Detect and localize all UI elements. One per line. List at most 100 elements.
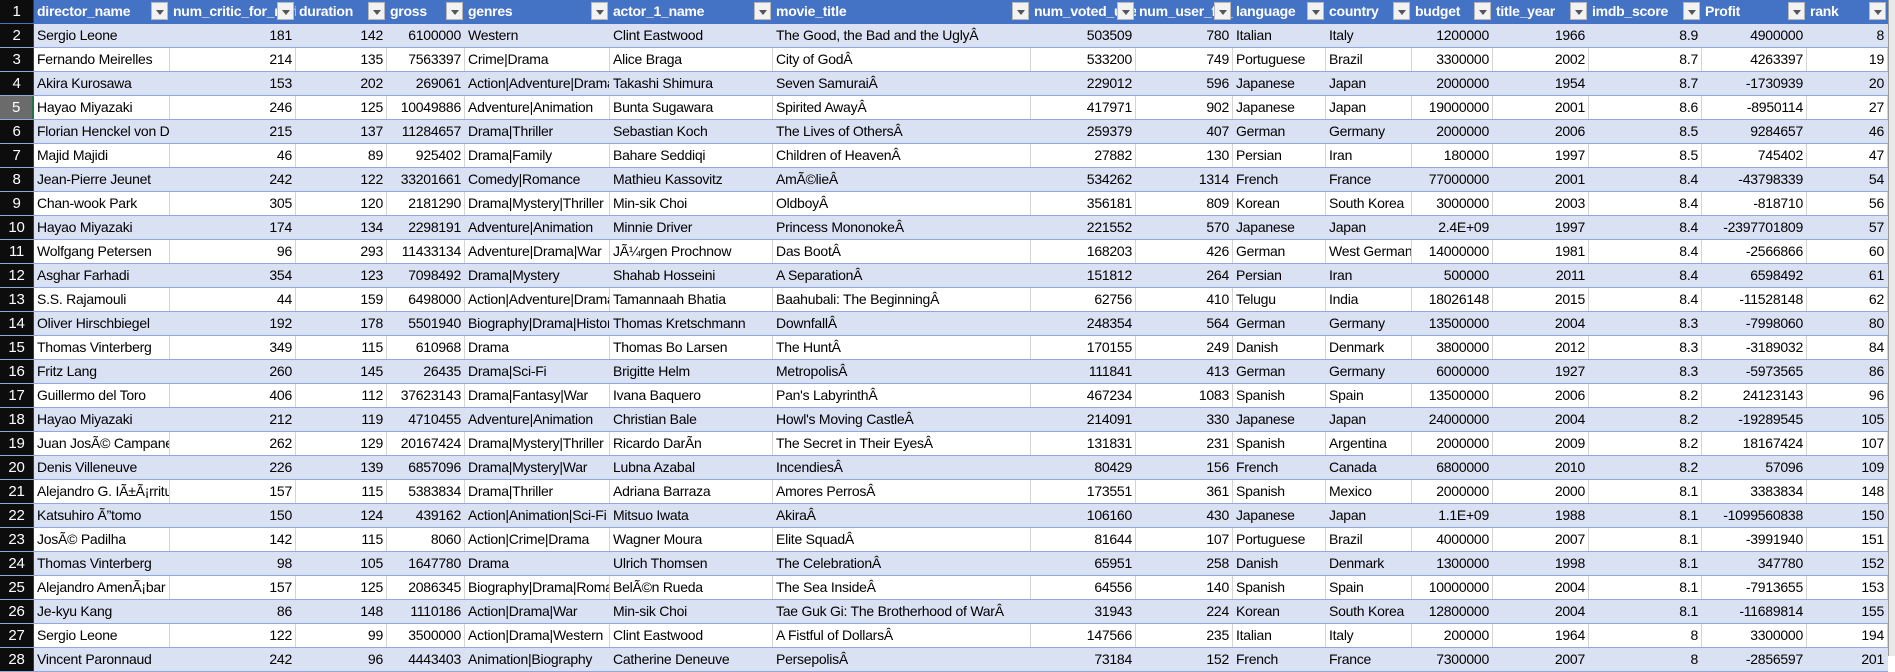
row-header[interactable]: 6 (0, 120, 34, 143)
cell-director-name[interactable]: Juan JosÃ© Campanella (34, 432, 170, 455)
cell-rank[interactable]: 86 (1807, 360, 1888, 383)
cell-language[interactable]: Korean (1233, 192, 1326, 215)
cell-profit[interactable]: -1099560838 (1702, 504, 1807, 527)
cell-num-critic-for-reviews[interactable]: 44 (170, 288, 296, 311)
cell-rank[interactable]: 152 (1807, 552, 1888, 575)
cell-language[interactable]: Spanish (1233, 576, 1326, 599)
cell-num-critic-for-reviews[interactable]: 215 (170, 120, 296, 143)
cell-movie-title[interactable]: AkiraÂ (773, 504, 1031, 527)
cell-gross[interactable]: 26435 (387, 360, 465, 383)
cell-num-user-for-reviews[interactable]: 235 (1136, 624, 1233, 647)
cell-imdb-score[interactable]: 8.9 (1589, 24, 1702, 47)
column-header-num-voted-users[interactable]: num_voted_users (1031, 0, 1136, 23)
cell-num-critic-for-reviews[interactable]: 153 (170, 72, 296, 95)
cell-rank[interactable]: 46 (1807, 120, 1888, 143)
cell-gross[interactable]: 8060 (387, 528, 465, 551)
cell-imdb-score[interactable]: 8.2 (1589, 408, 1702, 431)
cell-language[interactable]: French (1233, 168, 1326, 191)
cell-movie-title[interactable]: AmÃ©lieÂ (773, 168, 1031, 191)
cell-title-year[interactable]: 2002 (1493, 48, 1589, 71)
cell-genres[interactable]: Drama|Mystery|Thriller (465, 432, 610, 455)
cell-genres[interactable]: Action|Drama|War (465, 600, 610, 623)
cell-profit[interactable]: 24123143 (1702, 384, 1807, 407)
cell-num-user-for-reviews[interactable]: 430 (1136, 504, 1233, 527)
cell-director-name[interactable]: Oliver Hirschbiegel (34, 312, 170, 335)
cell-gross[interactable]: 10049886 (387, 96, 465, 119)
cell-num-user-for-reviews[interactable]: 130 (1136, 144, 1233, 167)
cell-language[interactable]: Portuguese (1233, 48, 1326, 71)
cell-duration[interactable]: 96 (296, 648, 387, 671)
cell-imdb-score[interactable]: 8 (1589, 624, 1702, 647)
cell-director-name[interactable]: Alejandro G. IÃ±Ã¡rritu (34, 480, 170, 503)
cell-budget[interactable]: 77000000 (1412, 168, 1493, 191)
cell-profit[interactable]: -7913655 (1702, 576, 1807, 599)
cell-imdb-score[interactable]: 8.2 (1589, 456, 1702, 479)
cell-num-user-for-reviews[interactable]: 224 (1136, 600, 1233, 623)
cell-movie-title[interactable]: The Secret in Their EyesÂ (773, 432, 1031, 455)
cell-profit[interactable]: 3300000 (1702, 624, 1807, 647)
cell-movie-title[interactable]: City of GodÂ (773, 48, 1031, 71)
cell-num-voted-users[interactable]: 417971 (1031, 96, 1136, 119)
cell-budget[interactable]: 180000 (1412, 144, 1493, 167)
column-header-movie-title[interactable]: movie_title (773, 0, 1031, 23)
cell-director-name[interactable]: Fernando Meirelles (34, 48, 170, 71)
cell-duration[interactable]: 142 (296, 24, 387, 47)
row-header[interactable]: 14 (0, 312, 34, 335)
cell-country[interactable]: Japan (1326, 96, 1412, 119)
cell-profit[interactable]: 18167424 (1702, 432, 1807, 455)
cell-language[interactable]: Japanese (1233, 72, 1326, 95)
cell-genres[interactable]: Adventure|Animation (465, 408, 610, 431)
cell-title-year[interactable]: 1927 (1493, 360, 1589, 383)
cell-gross[interactable]: 4443403 (387, 648, 465, 671)
cell-profit[interactable]: -3991940 (1702, 528, 1807, 551)
cell-language[interactable]: Danish (1233, 552, 1326, 575)
cell-budget[interactable]: 13500000 (1412, 384, 1493, 407)
cell-profit[interactable]: 3383834 (1702, 480, 1807, 503)
row-header[interactable]: 24 (0, 552, 34, 575)
cell-actor-1-name[interactable]: Ivana Baquero (610, 384, 773, 407)
cell-rank[interactable]: 20 (1807, 72, 1888, 95)
cell-actor-1-name[interactable]: Ricardo DarÃ­n (610, 432, 773, 455)
cell-actor-1-name[interactable]: Clint Eastwood (610, 624, 773, 647)
cell-actor-1-name[interactable]: Catherine Deneuve (610, 648, 773, 671)
cell-movie-title[interactable]: Seven SamuraiÂ (773, 72, 1031, 95)
cell-title-year[interactable]: 2004 (1493, 600, 1589, 623)
cell-num-voted-users[interactable]: 81644 (1031, 528, 1136, 551)
cell-language[interactable]: Italian (1233, 624, 1326, 647)
cell-rank[interactable]: 61 (1807, 264, 1888, 287)
column-header-title-year[interactable]: title_year (1493, 0, 1589, 23)
cell-num-user-for-reviews[interactable]: 809 (1136, 192, 1233, 215)
cell-duration[interactable]: 125 (296, 96, 387, 119)
cell-budget[interactable]: 7300000 (1412, 648, 1493, 671)
cell-language[interactable]: German (1233, 360, 1326, 383)
cell-country[interactable]: Italy (1326, 24, 1412, 47)
cell-imdb-score[interactable]: 8.2 (1589, 432, 1702, 455)
cell-director-name[interactable]: Chan-wook Park (34, 192, 170, 215)
cell-language[interactable]: Korean (1233, 600, 1326, 623)
cell-title-year[interactable]: 2011 (1493, 264, 1589, 287)
cell-movie-title[interactable]: The CelebrationÂ (773, 552, 1031, 575)
cell-country[interactable]: Japan (1326, 408, 1412, 431)
cell-num-voted-users[interactable]: 131831 (1031, 432, 1136, 455)
cell-num-critic-for-reviews[interactable]: 349 (170, 336, 296, 359)
cell-num-user-for-reviews[interactable]: 140 (1136, 576, 1233, 599)
cell-imdb-score[interactable]: 8.5 (1589, 120, 1702, 143)
cell-num-voted-users[interactable]: 214091 (1031, 408, 1136, 431)
cell-genres[interactable]: Comedy|Romance (465, 168, 610, 191)
filter-dropdown-icon[interactable] (1117, 2, 1134, 20)
cell-num-critic-for-reviews[interactable]: 260 (170, 360, 296, 383)
cell-director-name[interactable]: Hayao Miyazaki (34, 408, 170, 431)
cell-country[interactable]: Italy (1326, 624, 1412, 647)
cell-genres[interactable]: Animation|Biography (465, 648, 610, 671)
cell-num-user-for-reviews[interactable]: 570 (1136, 216, 1233, 239)
cell-actor-1-name[interactable]: Bunta Sugawara (610, 96, 773, 119)
cell-num-voted-users[interactable]: 147566 (1031, 624, 1136, 647)
cell-gross[interactable]: 1647780 (387, 552, 465, 575)
cell-profit[interactable]: 4263397 (1702, 48, 1807, 71)
cell-rank[interactable]: 109 (1807, 456, 1888, 479)
cell-title-year[interactable]: 1954 (1493, 72, 1589, 95)
cell-budget[interactable]: 6800000 (1412, 456, 1493, 479)
cell-title-year[interactable]: 1997 (1493, 216, 1589, 239)
spreadsheet-grid[interactable]: 1director_name num_critic_for_reviewsdura… (0, 0, 1888, 672)
cell-profit[interactable]: 745402 (1702, 144, 1807, 167)
